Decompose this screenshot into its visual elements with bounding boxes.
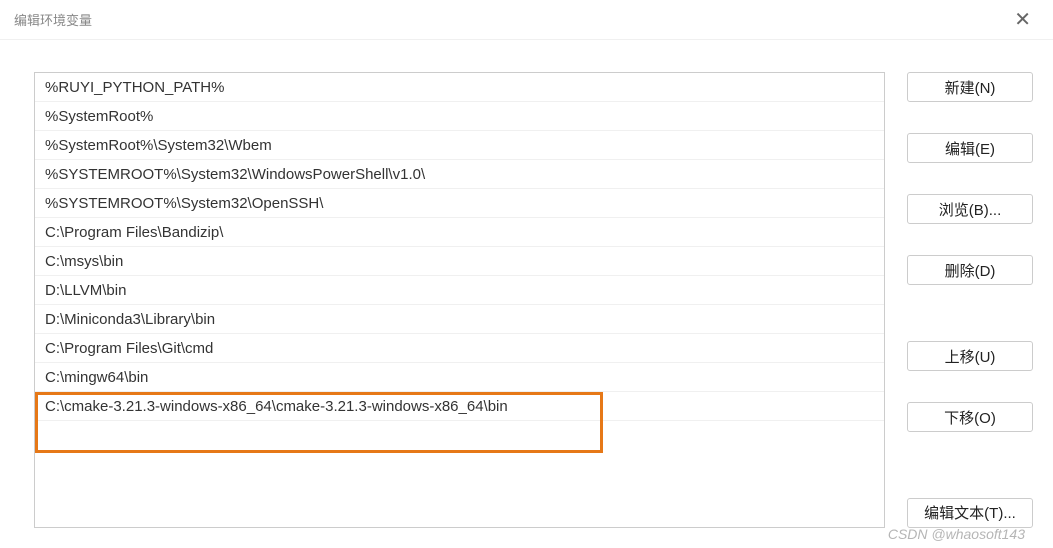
- list-item[interactable]: %SystemRoot%\System32\Wbem: [35, 131, 884, 160]
- list-item[interactable]: C:\Program Files\Bandizip\: [35, 218, 884, 247]
- move-down-button[interactable]: 下移(O): [907, 402, 1033, 432]
- list-item[interactable]: C:\cmake-3.21.3-windows-x86_64\cmake-3.2…: [35, 392, 884, 421]
- delete-button[interactable]: 删除(D): [907, 255, 1033, 285]
- list-item[interactable]: D:\LLVM\bin: [35, 276, 884, 305]
- move-up-button[interactable]: 上移(U): [907, 341, 1033, 371]
- list-item[interactable]: D:\Miniconda3\Library\bin: [35, 305, 884, 334]
- list-item[interactable]: %RUYI_PYTHON_PATH%: [35, 73, 884, 102]
- list-item[interactable]: %SYSTEMROOT%\System32\OpenSSH\: [35, 189, 884, 218]
- button-column: 新建(N) 编辑(E) 浏览(B)... 删除(D) 上移(U) 下移(O) 编…: [907, 72, 1033, 528]
- list-item[interactable]: %SYSTEMROOT%\System32\WindowsPowerShell\…: [35, 160, 884, 189]
- titlebar: 编辑环境变量 ✕: [0, 0, 1053, 40]
- list-item[interactable]: C:\Program Files\Git\cmd: [35, 334, 884, 363]
- list-item[interactable]: C:\mingw64\bin: [35, 363, 884, 392]
- path-listbox[interactable]: %RUYI_PYTHON_PATH% %SystemRoot% %SystemR…: [34, 72, 885, 528]
- close-icon[interactable]: ✕: [1006, 3, 1039, 36]
- list-item[interactable]: %SystemRoot%: [35, 102, 884, 131]
- new-button[interactable]: 新建(N): [907, 72, 1033, 102]
- window-title: 编辑环境变量: [14, 10, 92, 29]
- browse-button[interactable]: 浏览(B)...: [907, 194, 1033, 224]
- edit-button[interactable]: 编辑(E): [907, 133, 1033, 163]
- dialog-content: %RUYI_PYTHON_PATH% %SystemRoot% %SystemR…: [0, 40, 1053, 548]
- edit-text-button[interactable]: 编辑文本(T)...: [907, 498, 1033, 528]
- list-item[interactable]: C:\msys\bin: [35, 247, 884, 276]
